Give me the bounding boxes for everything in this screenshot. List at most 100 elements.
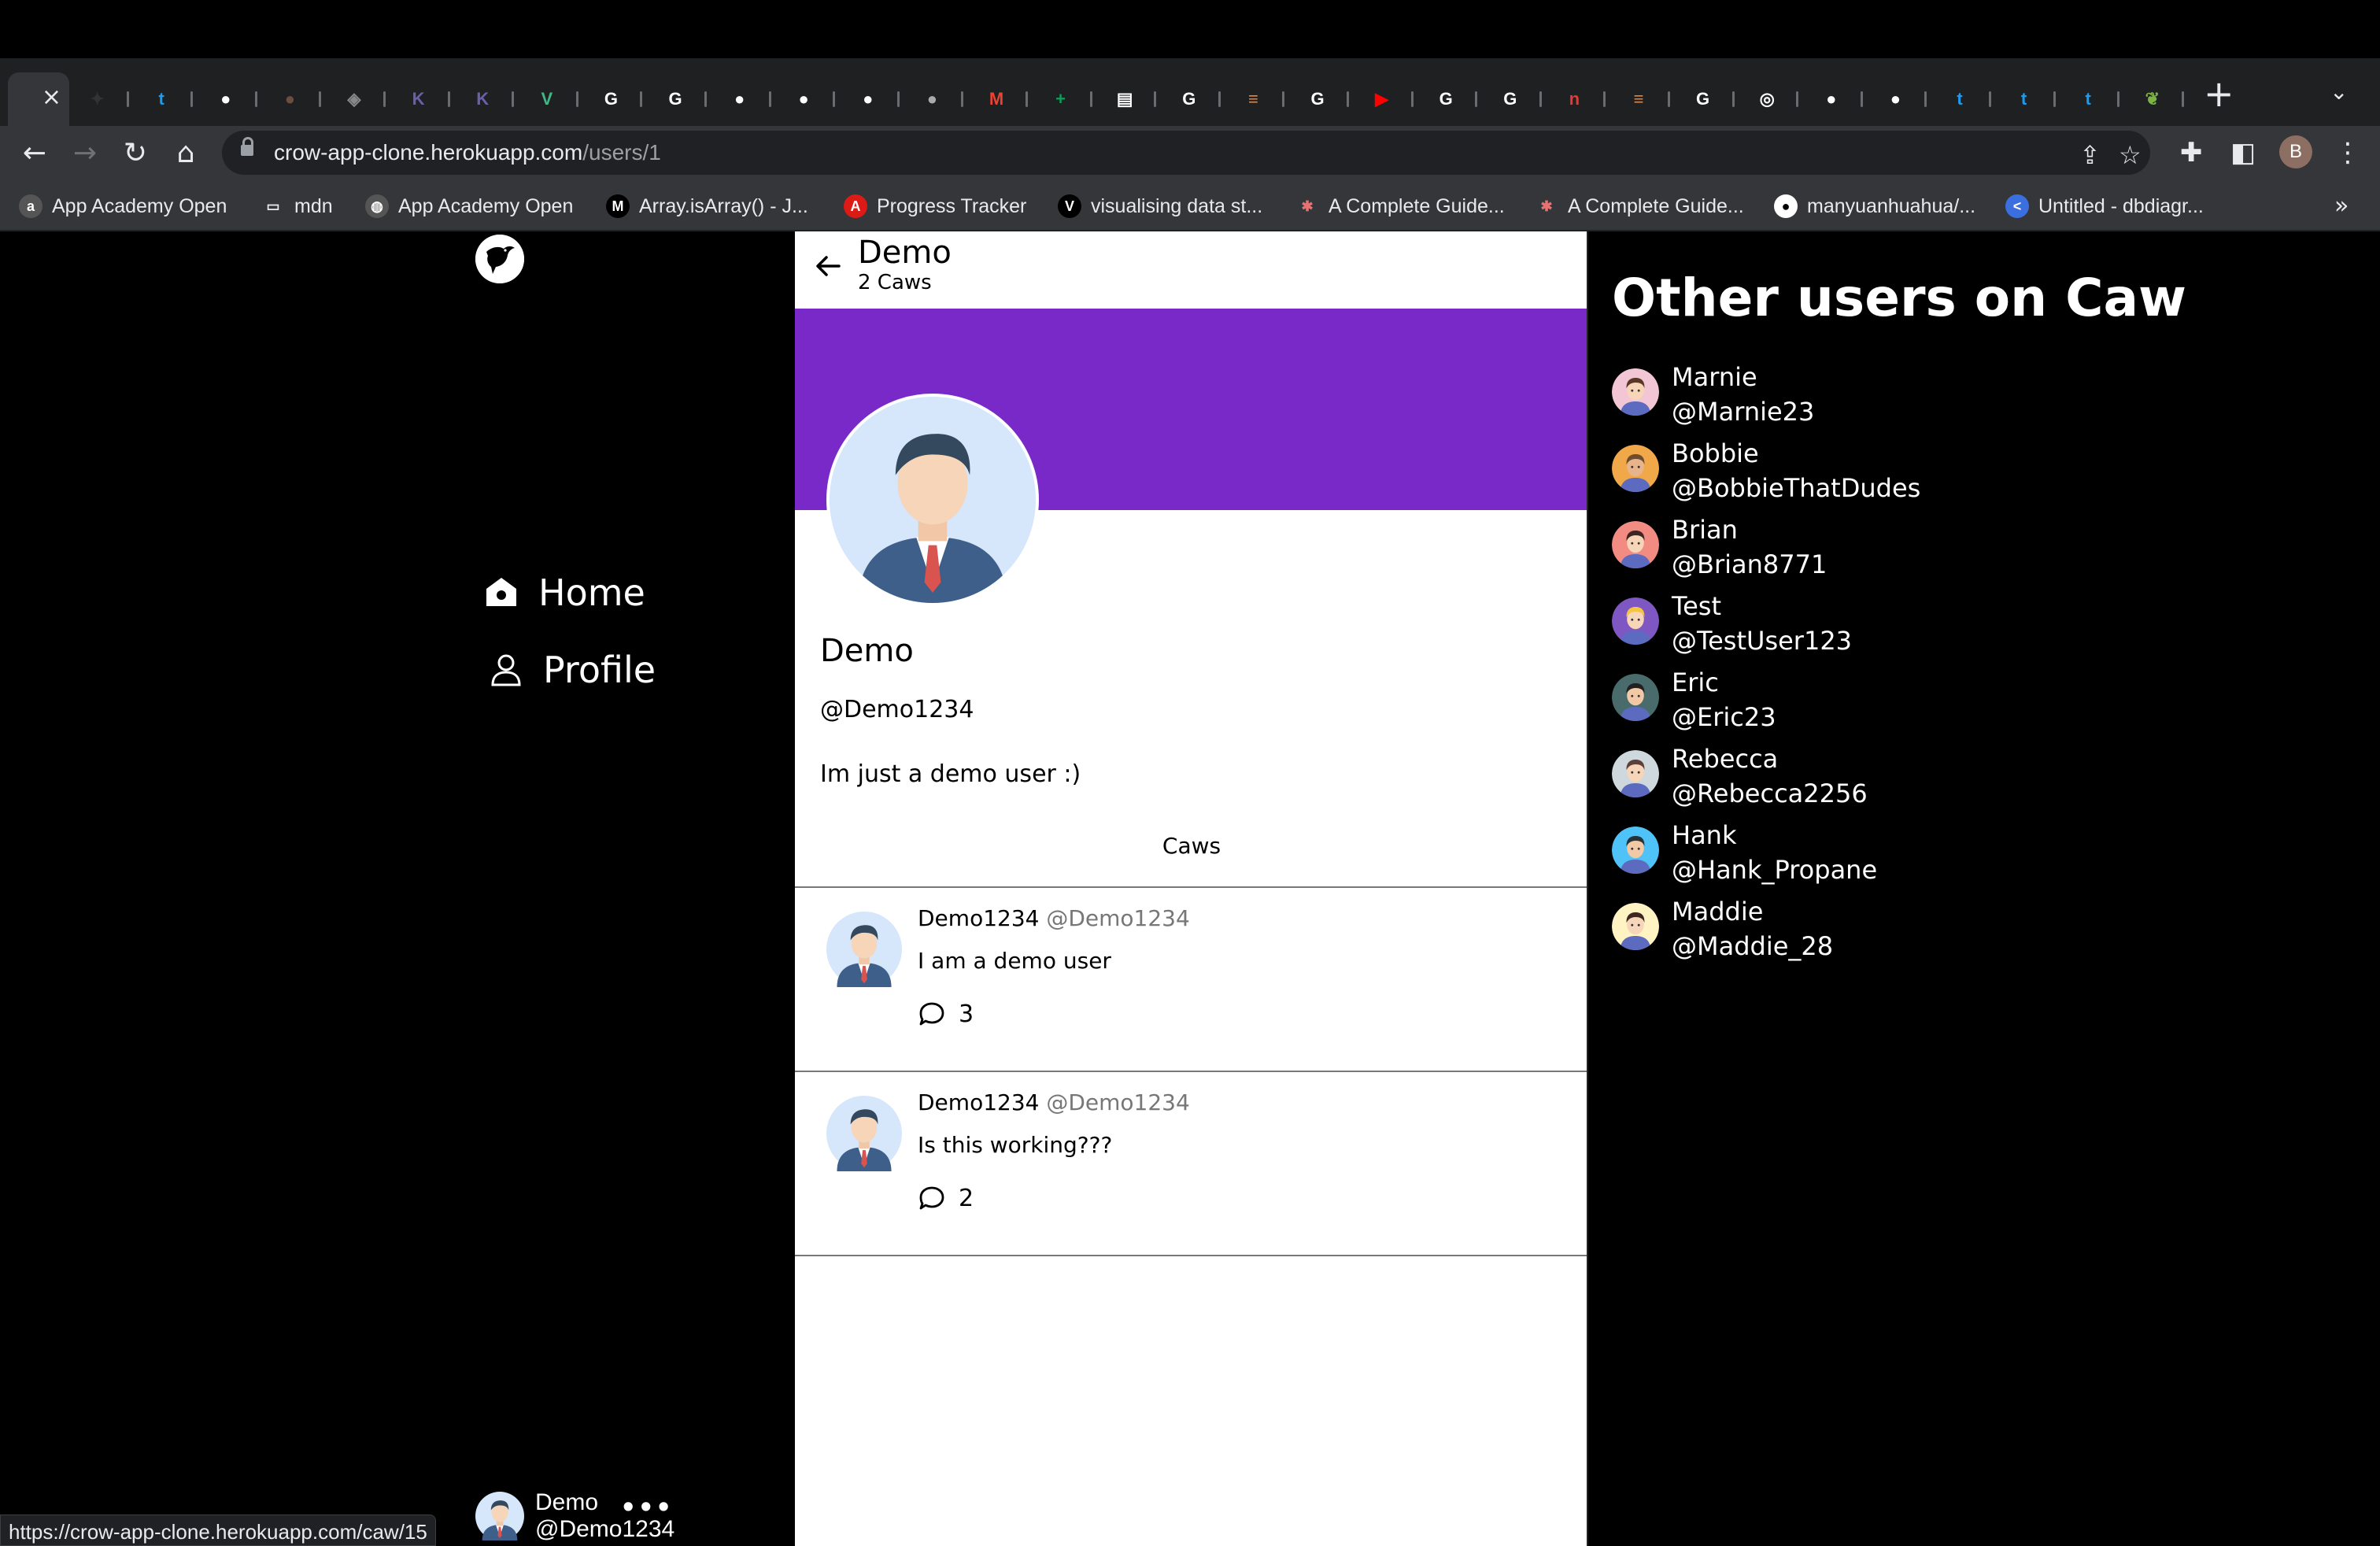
browser-tab[interactable]: ≡ [1613,72,1675,126]
avatar [1612,368,1659,416]
bookmark-label: App Academy Open [398,194,574,217]
browser-tab[interactable]: K [394,72,455,126]
browser-tab[interactable]: V [522,72,583,126]
lock-icon[interactable] [241,137,253,159]
bookmark-label: visualising data st... [1091,194,1263,217]
browser-tab[interactable]: ● [843,72,904,126]
extensions-icon[interactable]: ✚ [2180,137,2203,168]
side-panel-icon[interactable]: ◧ [2230,137,2256,168]
other-user-row[interactable]: Test @TestUser123 [1612,591,2163,667]
browser-tab[interactable]: ● [1806,72,1868,126]
tab-separator [1475,91,1478,107]
caw-item[interactable]: Demo1234 @Demo1234 Is this working??? 2 [795,1072,1588,1255]
close-tab-icon[interactable]: × [42,83,61,111]
reload-icon[interactable]: ↻ [116,134,154,172]
bookmark-item[interactable]: a App Academy Open [19,192,227,220]
browser-tab[interactable]: G [1292,72,1354,126]
browser-tab[interactable]: ✦ [72,72,134,126]
browser-tab[interactable]: G [1678,72,1739,126]
browser-tab[interactable]: ● [907,72,968,126]
tab-separator [1154,91,1157,107]
tab-separator [1347,91,1349,107]
other-user-row[interactable]: Rebecca @Rebecca2256 [1612,744,2163,819]
bookmark-item[interactable]: ◍ App Academy Open [365,192,573,220]
globe-icon: ◍ [365,194,389,218]
bookmark-item[interactable]: Vvisualising data st... [1058,192,1262,220]
browser-tab[interactable]: ◈ [329,72,390,126]
browser-tab[interactable]: G [650,72,711,126]
left-navigation: Home Profile Demo @Demo1234 ••• [0,231,793,1546]
google-icon: G [1310,89,1325,109]
tab-separator [1860,91,1863,107]
browser-tab[interactable]: ≡ [1228,72,1289,126]
browser-tab[interactable]: t [2063,72,2124,126]
browser-tab[interactable]: t [1935,72,1996,126]
bookmark-item[interactable]: ✱ A Complete Guide... [1535,192,1743,220]
browser-tab[interactable]: ● [715,72,776,126]
more-options-icon[interactable]: ••• [620,1492,673,1522]
browser-tab[interactable]: ◎ [1742,72,1803,126]
other-user-row[interactable]: Brian @Brian8771 [1612,515,2163,590]
comment-count-button[interactable]: 3 [918,1000,974,1028]
browser-tab[interactable]: ❦ [2127,72,2189,126]
browser-profile-avatar[interactable]: B [2279,135,2312,168]
browser-tab[interactable]: t [1999,72,2060,126]
other-user-row[interactable]: Eric @Eric23 [1612,668,2163,743]
browser-tab[interactable]: ▤ [1099,72,1161,126]
forward-icon[interactable]: → [66,134,104,172]
bookmark-item[interactable]: ▭ mdn [261,192,332,220]
url-text[interactable]: crow-app-clone.herokuapp.com/users/1 [274,140,661,165]
user-icon [491,654,521,686]
nav-home[interactable]: Home [483,571,645,614]
bookmark-star-icon[interactable]: ☆ [2119,140,2142,170]
other-user-row[interactable]: Hank @Hank_Propane [1612,820,2163,896]
menu-kebab-icon[interactable]: ⋮ [2334,137,2361,168]
back-icon[interactable]: ← [16,134,54,172]
browser-tab[interactable]: ▶ [1357,72,1418,126]
crow-logo-icon[interactable] [475,235,524,283]
browser-tab[interactable]: G [1421,72,1482,126]
comment-icon [919,1002,944,1026]
back-arrow-icon[interactable] [812,250,844,282]
bookmark-item[interactable]: ● manyuanhuahua/... [1774,192,1975,220]
home-icon[interactable]: ⌂ [167,134,205,172]
bookmark-item[interactable]: M Array.isArray() - J... [606,192,808,220]
vue-icon: V [541,89,553,109]
browser-tab[interactable]: ● [1870,72,1931,126]
bookmarks-overflow-icon[interactable]: » [2334,192,2349,220]
other-user-name: Brian [1672,515,1738,545]
browser-tab[interactable]: ● [201,72,262,126]
share-icon[interactable]: ⇪ [2079,140,2101,170]
browser-tab[interactable]: ● [778,72,840,126]
tab-caws[interactable]: Caws [795,833,1588,875]
twitter-icon: t [1957,89,1963,109]
other-user-row[interactable]: Maddie @Maddie_28 [1612,897,2163,972]
browser-tab[interactable]: n [1549,72,1610,126]
other-user-row[interactable]: Marnie @Marnie23 [1612,362,2163,438]
browser-tab[interactable]: t [136,72,198,126]
browser-tab[interactable]: G [1485,72,1547,126]
new-tab-icon[interactable]: + [2204,72,2234,115]
browser-tab[interactable]: + [1036,72,1097,126]
bookmark-item[interactable]: < Untitled - dbdiagr... [2005,192,2204,220]
tab-search-chevron-icon[interactable]: ⌄ [2330,79,2348,105]
browser-tab[interactable]: G [1164,72,1225,126]
macos-menu-bar [0,0,2380,58]
caw-item[interactable]: Demo1234 @Demo1234 I am a demo user 3 [795,888,1588,1071]
other-user-row[interactable]: Bobbie @BobbieThatDudes [1612,438,2163,514]
browser-tab[interactable]: G [586,72,647,126]
angular-icon: A [844,194,867,218]
browser-tab[interactable]: C × [8,72,69,126]
avatar [1612,445,1659,492]
address-bar[interactable]: crow-app-clone.herokuapp.com/users/1 ⇪ ☆ [222,131,2150,175]
browser-tab[interactable]: M [971,72,1033,126]
bookmark-item[interactable]: ✱ A Complete Guide... [1295,192,1504,220]
profile-handle: @Demo1234 [820,696,974,723]
comment-count-button[interactable]: 2 [918,1184,974,1212]
browser-tab[interactable]: K [457,72,519,126]
nav-profile[interactable]: Profile [488,649,656,691]
bookmark-item[interactable]: A Progress Tracker [844,192,1026,220]
avatar [1612,750,1659,797]
browser-tab[interactable]: ● [264,72,326,126]
google-icon: G [604,89,618,109]
